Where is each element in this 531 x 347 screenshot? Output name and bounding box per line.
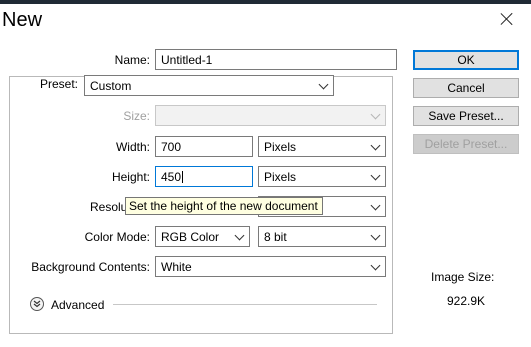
color-mode-value: RGB Color [161,230,220,244]
color-mode-label: Color Mode: [84,230,150,244]
width-label: Width: [115,140,150,154]
save-preset-button[interactable]: Save Preset... [413,106,519,126]
preset-select-value: Custom [90,79,132,93]
chevron-down-icon [370,170,381,181]
dialog-title: New [2,9,43,31]
chevron-down-icon [370,230,381,241]
height-input[interactable]: 450 [155,166,253,187]
background-contents-label: Background Contents: [31,260,150,274]
image-size-label: Image Size: [431,270,495,284]
height-input-value: 450 [161,170,182,184]
height-unit-value: Pixels [264,170,297,184]
width-unit-select[interactable]: Pixels [258,136,386,157]
chevron-down-icon [234,230,245,241]
height-label: Height: [111,170,150,184]
cancel-button[interactable]: Cancel [413,78,519,98]
double-chevron-down-icon [33,300,41,308]
background-contents-select[interactable]: White [155,256,386,277]
window-top-bar [0,0,531,4]
bit-depth-select[interactable]: 8 bit [258,226,386,247]
width-input[interactable]: 700 [155,136,253,157]
advanced-divider [113,304,377,305]
text-caret [182,171,184,183]
height-unit-select[interactable]: Pixels [258,166,386,187]
bit-depth-value: 8 bit [264,230,287,244]
background-contents-value: White [161,260,192,274]
name-label: Name: [114,53,150,67]
name-input[interactable]: Untitled-1 [155,49,397,70]
delete-preset-button: Delete Preset... [413,134,519,154]
size-select[interactable] [155,105,386,126]
close-icon[interactable] [497,10,517,30]
expand-advanced-icon[interactable] [30,297,44,311]
image-size-value: 922.9K [447,294,486,308]
preset-label: Preset: [36,77,83,91]
chevron-down-icon [318,79,329,90]
color-mode-select[interactable]: RGB Color [155,226,250,247]
ok-button[interactable]: OK [413,50,519,70]
size-label: Size: [123,109,150,123]
width-unit-value: Pixels [264,140,297,154]
chevron-down-icon [370,109,381,120]
advanced-label[interactable]: Advanced [51,298,104,312]
chevron-down-icon [370,200,381,211]
chevron-down-icon [370,260,381,271]
height-tooltip: Set the height of the new document [125,197,323,215]
chevron-down-icon [370,140,381,151]
preset-select[interactable]: Custom [84,75,334,96]
